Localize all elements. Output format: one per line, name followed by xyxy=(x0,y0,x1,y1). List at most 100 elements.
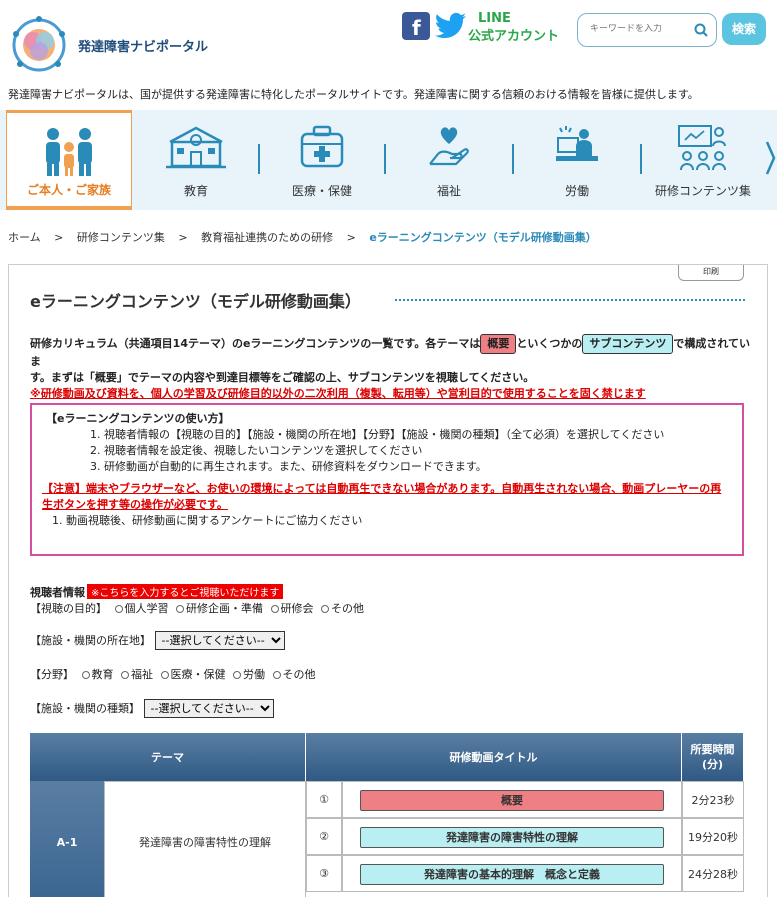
breadcrumb-home[interactable]: ホーム xyxy=(8,231,41,244)
nav-item-label: 福祉 xyxy=(436,184,461,198)
overview-pill: 概要 xyxy=(480,334,517,354)
theme-code: A-1 xyxy=(30,781,104,897)
breadcrumb-education-welfare[interactable]: 教育福祉連携のための研修 xyxy=(201,231,333,244)
table-row: 発達障害の基本的理解 概念と定義 xyxy=(342,855,682,892)
nav-item-education[interactable]: 教育 xyxy=(136,110,256,210)
intro-line1-a: 研修カリキュラム（共通項目14テーマ）のeラーニングコンテンツの一覧です。各テー… xyxy=(30,337,481,350)
row-number: ② xyxy=(306,818,342,855)
line-official-link[interactable]: LINE 公式アカウント xyxy=(468,10,559,46)
howto-step: 3. 研修動画が自動的に再生されます。また、研修資料をダウンロードできます。 xyxy=(90,460,487,473)
subcontent-video-button[interactable]: 発達障害の障害特性の理解 xyxy=(360,827,664,848)
field-radio[interactable] xyxy=(121,671,129,679)
duration: 24分28秒 xyxy=(682,855,744,892)
subcontent-video-button[interactable]: 発達障害の基本的理解 概念と定義 xyxy=(360,864,664,885)
purpose-radio[interactable] xyxy=(114,605,123,613)
nav-item-person-family[interactable]: ご本人・ご家族 xyxy=(6,110,132,210)
field-radio[interactable] xyxy=(272,671,281,679)
table-row: 概要 xyxy=(342,781,682,818)
theme-name: 発達障害の障害特性の理解 xyxy=(104,781,306,897)
twitter-icon[interactable] xyxy=(434,12,468,40)
field-radio[interactable] xyxy=(233,671,241,679)
howto-step: 2. 視聴者情報を設定後、視聴したいコンテンツを選択してください xyxy=(90,444,423,457)
print-button[interactable]: 印刷 xyxy=(678,265,744,281)
training-icon xyxy=(678,125,726,171)
field-radio[interactable] xyxy=(160,671,169,679)
purpose-label: 【視聴の目的】 xyxy=(30,602,107,615)
field-option[interactable]: 福祉 xyxy=(131,668,153,681)
header-theme: テーマ xyxy=(30,733,306,781)
svg-text:f: f xyxy=(412,16,421,40)
nav-item-label: 医療・保健 xyxy=(291,184,352,198)
breadcrumb-training-contents[interactable]: 研修コンテンツ集 xyxy=(77,231,165,244)
field-option[interactable]: 労働 xyxy=(243,668,265,681)
site-header: 発達障害ナビポータル f LINE 公式アカウント 検索 xyxy=(0,0,777,80)
site-tagline: 発達障害ナビポータルは、国が提供する発達障害に特化したポータルサイトです。発達障… xyxy=(8,88,699,101)
location-row: 【施設・機関の所在地】 --選択してください-- xyxy=(30,631,285,650)
table-row: 発達障害の障害特性の理解 xyxy=(342,818,682,855)
nav-item-welfare[interactable]: 福祉 xyxy=(388,110,510,210)
field-label: 【分野】 xyxy=(30,668,74,681)
location-label: 【施設・機関の所在地】 xyxy=(30,634,151,647)
main-nav: ご本人・ご家族 教育 医療・保健 福祉 労働 研修コンテンツ集 xyxy=(0,110,777,210)
duration: 2分23秒 xyxy=(682,781,744,818)
breadcrumb-separator: > xyxy=(346,231,356,244)
search-icon[interactable] xyxy=(694,23,708,37)
chevron-right-icon[interactable] xyxy=(764,140,776,176)
breadcrumb: ホーム > 研修コンテンツ集 > 教育福祉連携のための研修 > eラーニングコン… xyxy=(8,229,607,245)
overview-video-button[interactable]: 概要 xyxy=(360,790,664,811)
nav-divider xyxy=(640,144,642,174)
field-option[interactable]: 医療・保健 xyxy=(171,668,226,681)
intro-line2: す。まずは「概要」でテーマの内容や到達目標等をご確認の上、サブコンテンツを視聴し… xyxy=(30,371,535,384)
breadcrumb-separator: > xyxy=(54,231,64,244)
welfare-icon xyxy=(429,127,469,166)
purpose-option[interactable]: 研修会 xyxy=(281,602,314,615)
row-number: ① xyxy=(306,781,342,818)
family-icon xyxy=(46,128,92,176)
required-badge: ※こちらを入力するとご視聴いただけます xyxy=(87,584,284,599)
site-name[interactable]: 発達障害ナビポータル xyxy=(78,36,208,55)
nav-item-label: 研修コンテンツ集 xyxy=(654,184,751,198)
work-icon xyxy=(556,126,598,161)
site-logo-icon[interactable] xyxy=(8,14,70,76)
purpose-radio[interactable] xyxy=(270,605,279,613)
sns-links: f xyxy=(402,12,468,40)
search-button[interactable]: 検索 xyxy=(722,13,766,45)
school-icon xyxy=(166,126,226,169)
autoplay-note: 【注意】端末やブラウザーなど、お使いの環境によっては自動再生できない場合がありま… xyxy=(42,482,722,511)
elearning-table: テーマ 研修動画タイトル 所要時間 (分) A-1 発達障害の障害特性の理解 ①… xyxy=(30,733,744,897)
nav-item-training[interactable]: 研修コンテンツ集 xyxy=(644,110,762,210)
field-option[interactable]: その他 xyxy=(283,668,316,681)
nav-item-label: 教育 xyxy=(183,184,208,198)
purpose-radio[interactable] xyxy=(176,605,184,613)
purpose-option[interactable]: その他 xyxy=(331,602,364,615)
purpose-radio[interactable] xyxy=(321,605,329,613)
location-select[interactable]: --選択してください-- xyxy=(154,631,285,650)
medical-icon xyxy=(300,125,344,168)
nav-item-medical[interactable]: 医療・保健 xyxy=(262,110,382,210)
howto-box: 【eラーニングコンテンツの使い方】 1. 視聴者情報の【視聴の目的】【施設・機関… xyxy=(30,403,744,556)
header-duration: 所要時間 (分) xyxy=(682,733,744,781)
facility-type-row: 【施設・機関の種類】 --選択してください-- xyxy=(30,699,274,718)
howto-heading: 【eラーニングコンテンツの使い方】 xyxy=(46,412,230,425)
facility-type-select[interactable]: --選択してください-- xyxy=(143,699,274,718)
field-option[interactable]: 教育 xyxy=(92,668,114,681)
facility-type-label: 【施設・機関の種類】 xyxy=(30,702,140,715)
howto-step: 1. 視聴者情報の【視聴の目的】【施設・機関の所在地】【分野】【施設・機関の種類… xyxy=(90,428,665,441)
purpose-option[interactable]: 個人学習 xyxy=(125,602,169,615)
nav-item-work[interactable]: 労働 xyxy=(516,110,638,210)
facebook-icon[interactable]: f xyxy=(402,12,430,40)
row-number: ③ xyxy=(306,855,342,892)
viewer-info-label: 視聴者情報 xyxy=(30,586,85,599)
usage-warning: ※研修動画及び資料を、個人の学習及び研修目的以外の二次利用（複製、転用等）や営利… xyxy=(30,387,646,400)
nav-item-label: ご本人・ご家族 xyxy=(26,183,111,197)
field-row: 【分野】 教育 福祉 医療・保健 労働 その他 xyxy=(30,666,316,682)
header-video-title: 研修動画タイトル xyxy=(306,733,682,781)
intro-text: 研修カリキュラム（共通項目14テーマ）のeラーニングコンテンツの一覧です。各テー… xyxy=(30,334,750,402)
purpose-option[interactable]: 研修企画・準備 xyxy=(186,602,263,615)
page-title: eラーニングコンテンツ（モデル研修動画集） xyxy=(30,292,361,311)
search-input[interactable] xyxy=(590,24,690,34)
duration: 19分20秒 xyxy=(682,818,744,855)
field-radio[interactable] xyxy=(81,671,90,679)
survey-request: 1. 動画視聴後、研修動画に関するアンケートにご協力ください xyxy=(52,514,363,527)
intro-line1-b: といくつかの xyxy=(516,337,583,350)
